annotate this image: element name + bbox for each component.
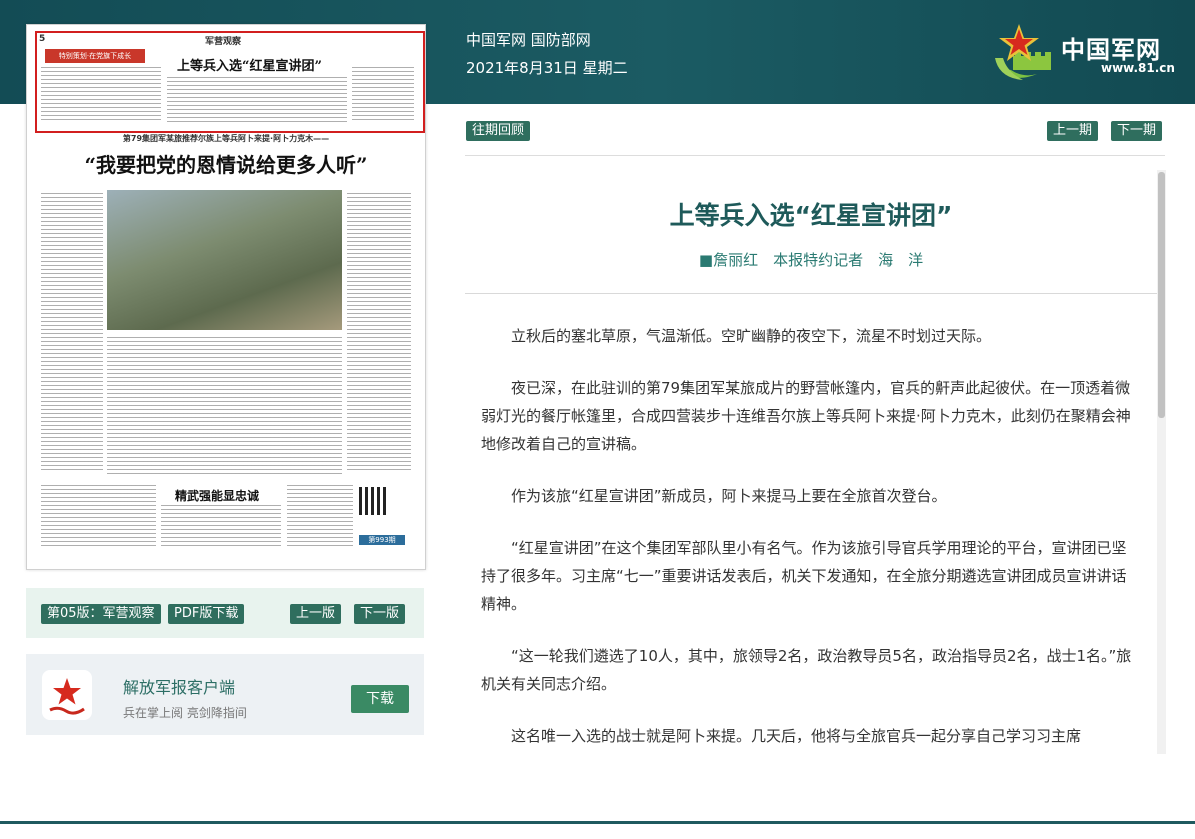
app-description: 兵在掌上阅 亮剑降指间 [123, 706, 247, 720]
divider [465, 293, 1157, 294]
app-title[interactable]: 解放军报客户端 [123, 674, 235, 698]
edition-bar: 第05版：军营观察 PDF版下载 上一版 下一版 [26, 588, 424, 638]
next-issue-button[interactable]: 下一期 [1111, 121, 1163, 141]
edition-label-button[interactable]: 第05版：军营观察 [41, 604, 161, 624]
paper-text-block [287, 485, 353, 549]
star-emblem-icon [995, 24, 1051, 80]
site-date: 2021年8月31日 星期二 [466, 59, 628, 77]
article-paragraph: 这名唯一入选的战士就是阿卜来提。几天后，他将与全旅官兵一起分享自己学习习主席 [511, 727, 1082, 745]
paper-headline-bottom: 精武强能显忠诚 [175, 489, 260, 503]
app-promo: 解放军报客户端 兵在掌上阅 亮剑降指间 下载 [26, 654, 424, 735]
divider [465, 155, 1165, 156]
paper-text-block [41, 485, 156, 549]
app-logo-icon [42, 670, 92, 720]
selected-article-highlight[interactable] [35, 31, 425, 133]
article-paragraph: 夜已深，在此驻训的第79集团军某旅成片的野营帐篷内，官兵的鼾声此起彼伏。在一顶透… [481, 379, 1131, 453]
prev-issue-button[interactable]: 上一期 [1047, 121, 1099, 141]
article-paragraph: “这一轮我们遴选了10人，其中，旅领导2名，政治教导员5名，政治指导员2名，战士… [481, 647, 1132, 693]
scrollbar-thumb[interactable] [1158, 172, 1165, 418]
newspaper-page-image[interactable]: 5 军营观察 特别策划·在党旗下成长 上等兵入选“红星宣讲团” 第79集团军某旅… [26, 24, 426, 570]
paper-issue-tag: 第993期 [359, 535, 405, 545]
prev-edition-button[interactable]: 上一版 [290, 604, 342, 624]
next-edition-button[interactable]: 下一版 [354, 604, 406, 624]
pdf-download-button[interactable]: PDF版下载 [168, 604, 245, 624]
article-title: 上等兵入选“红星宣讲团” [669, 201, 953, 230]
article-paragraph: 作为该旅“红星宣讲团”新成员，阿卜来提马上要在全旅首次登台。 [511, 487, 947, 505]
paper-text-block [347, 193, 411, 473]
footer-divider [0, 821, 1195, 824]
article-paragraph: 立秋后的塞北草原，气温渐低。空旷幽静的夜空下，流星不时划过天际。 [511, 327, 992, 345]
paper-text-block [107, 337, 342, 475]
paper-text-block [41, 193, 103, 473]
paper-headline-main: “我要把党的恩情说给更多人听” [84, 153, 368, 177]
article-paragraph: “红星宣讲团”在这个集团军部队里小有名气。作为该旅引导官兵学用理论的平台，宣讲团… [481, 539, 1127, 613]
star-icon [49, 678, 85, 715]
logo-text: 中国军网 [1061, 36, 1161, 64]
paper-subheadline: 第79集团军某旅推荐尔族上等兵阿卜来提·阿卜力克木—— [122, 134, 330, 143]
app-download-button[interactable]: 下载 [351, 685, 409, 713]
archive-button[interactable]: 往期回顾 [466, 121, 531, 141]
site-name[interactable]: 中国军网 国防部网 [466, 29, 591, 50]
paper-text-block [161, 505, 281, 549]
site-logo[interactable]: 中国军网 www.81.cn [993, 22, 1175, 84]
paper-photo [107, 190, 342, 330]
article-author: ■詹丽红 本报特约记者 海 洋 [698, 251, 924, 269]
article-body: 立秋后的塞北草原，气温渐低。空旷幽静的夜空下，流星不时划过天际。 夜已深，在此驻… [481, 322, 1141, 754]
logo-url: www.81.cn [1101, 61, 1175, 75]
qr-code-icon [359, 487, 387, 515]
